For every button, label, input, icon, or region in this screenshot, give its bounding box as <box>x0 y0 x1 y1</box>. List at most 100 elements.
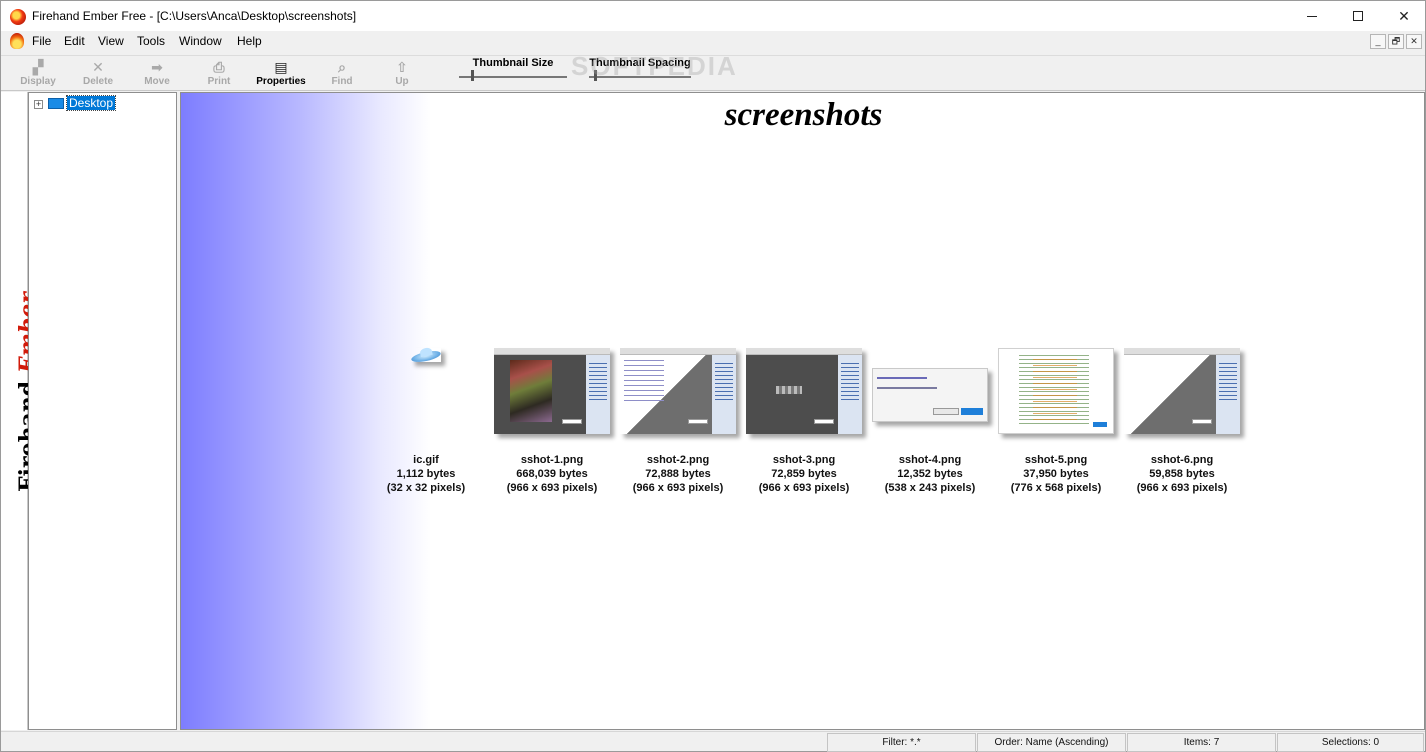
thumb-checker <box>776 386 802 394</box>
thumbnail-caption: sshot-6.png 59,858 bytes (966 x 693 pixe… <box>1116 453 1248 495</box>
file-name: sshot-1.png <box>520 454 584 466</box>
up-icon: ⇧ <box>396 59 408 75</box>
mdi-close-button[interactable]: ✕ <box>1406 34 1422 49</box>
file-name: sshot-5.png <box>1024 454 1088 466</box>
file-dimensions: (966 x 693 pixels) <box>506 482 598 494</box>
menu-edit[interactable]: Edit <box>64 34 85 48</box>
file-dimensions: (966 x 693 pixels) <box>758 482 850 494</box>
thumbnail-caption: sshot-1.png 668,039 bytes (966 x 693 pix… <box>486 453 618 495</box>
properties-button[interactable]: ▤ Properties <box>253 59 309 87</box>
menu-window[interactable]: Window <box>179 34 222 48</box>
thumb-list <box>624 360 664 404</box>
app-window: Firehand Ember Free - [C:\Users\Anca\Des… <box>0 0 1426 752</box>
status-items: Items: 7 <box>1127 733 1276 752</box>
title-bar[interactable]: Firehand Ember Free - [C:\Users\Anca\Des… <box>1 1 1425 31</box>
minimize-icon <box>1307 15 1317 17</box>
thumbnail-viewer[interactable]: screenshots ic.gif 1,112 bytes (32 x 32 … <box>180 92 1425 730</box>
thumbnail-item[interactable]: sshot-4.png 12,352 bytes (538 x 243 pixe… <box>870 348 990 494</box>
thumb-button <box>933 408 959 415</box>
thumb-toolbar <box>746 348 862 355</box>
file-name: ic.gif <box>413 454 439 466</box>
thumb-button <box>688 419 708 424</box>
thumb-button <box>814 419 834 424</box>
file-name: sshot-2.png <box>646 454 710 466</box>
thumbnail-item[interactable]: sshot-6.png 59,858 bytes (966 x 693 pixe… <box>1122 348 1242 494</box>
display-icon: ▞ <box>32 59 44 75</box>
file-dimensions: (966 x 693 pixels) <box>632 482 724 494</box>
thumbnail-item[interactable]: sshot-2.png 72,888 bytes (966 x 693 pixe… <box>618 348 738 494</box>
thumbnail-item[interactable]: ic.gif 1,112 bytes (32 x 32 pixels) <box>366 346 486 494</box>
thumb-sidebar <box>1216 355 1240 434</box>
file-dimensions: (538 x 243 pixels) <box>884 482 976 494</box>
folder-tree[interactable]: + Desktop <box>28 92 177 730</box>
mdi-restore-button[interactable]: 🗗 <box>1388 34 1404 49</box>
thumbnail-size-slider[interactable]: Thumbnail Size <box>459 57 567 81</box>
menu-file[interactable]: File <box>32 34 51 48</box>
mdi-minimize-button[interactable]: _ <box>1370 34 1386 49</box>
file-size: 72,888 bytes <box>645 468 711 480</box>
menu-help[interactable]: Help <box>237 34 262 48</box>
thumbnail-size-label: Thumbnail Size <box>472 57 554 69</box>
delete-label: Delete <box>82 76 113 87</box>
thumb-tree-lines <box>1033 359 1077 423</box>
maximize-button[interactable] <box>1335 1 1381 31</box>
display-button[interactable]: ▞ Display <box>13 59 63 87</box>
thumb-button <box>1192 419 1212 424</box>
file-size: 37,950 bytes <box>1023 468 1089 480</box>
thumb-button <box>562 419 582 424</box>
move-button[interactable]: ➡ Move <box>132 59 182 87</box>
display-label: Display <box>20 76 56 87</box>
thumbnail-caption: sshot-4.png 12,352 bytes (538 x 243 pixe… <box>864 453 996 495</box>
desktop-folder-icon <box>48 98 64 109</box>
thumb-text-line <box>877 377 927 379</box>
thumbnail-item[interactable]: sshot-3.png 72,859 bytes (966 x 693 pixe… <box>744 348 864 494</box>
move-label: Move <box>144 76 170 87</box>
tree-expander-icon[interactable]: + <box>34 100 43 109</box>
thumbnail-image <box>620 348 736 434</box>
thumb-button <box>1093 422 1107 427</box>
file-name: sshot-3.png <box>772 454 836 466</box>
menu-view[interactable]: View <box>98 34 124 48</box>
thumbnail-image <box>746 348 862 434</box>
menu-bar: File Edit View Tools Window Help _ 🗗 ✕ <box>1 31 1425 53</box>
status-bar: Filter: *.* Order: Name (Ascending) Item… <box>1 731 1425 752</box>
firehand-app-icon[interactable] <box>10 9 26 25</box>
file-size: 668,039 bytes <box>516 468 588 480</box>
up-label: Up <box>395 76 409 87</box>
thumbnail-size-knob[interactable] <box>471 70 474 81</box>
watermark: SOFTPEDIA <box>571 51 738 81</box>
thumb-photo <box>510 360 552 422</box>
thumbnail-caption: sshot-5.png 37,950 bytes (776 x 568 pixe… <box>990 453 1122 495</box>
file-size: 72,859 bytes <box>771 468 837 480</box>
file-name: sshot-4.png <box>898 454 962 466</box>
flame-icon[interactable] <box>10 33 24 49</box>
find-button[interactable]: ⌕ Find <box>317 59 367 87</box>
thumbnail-caption: ic.gif 1,112 bytes (32 x 32 pixels) <box>360 453 492 495</box>
find-icon: ⌕ <box>338 59 346 75</box>
status-order: Order: Name (Ascending) <box>977 733 1126 752</box>
thumbnail-size-track[interactable] <box>459 70 567 81</box>
file-dimensions: (32 x 32 pixels) <box>386 482 466 494</box>
file-dimensions: (776 x 568 pixels) <box>1010 482 1102 494</box>
up-button[interactable]: ⇧ Up <box>377 59 427 87</box>
properties-label: Properties <box>256 76 306 87</box>
properties-icon: ▤ <box>274 59 288 75</box>
thumbnail-item[interactable]: sshot-1.png 668,039 bytes (966 x 693 pix… <box>492 348 612 494</box>
thumb-sidebar <box>586 355 610 434</box>
minimize-button[interactable] <box>1289 1 1335 31</box>
thumbnail-caption: sshot-3.png 72,859 bytes (966 x 693 pixe… <box>738 453 870 495</box>
print-icon: ⎙ <box>213 59 225 75</box>
close-button[interactable]: ✕ <box>1381 1 1426 31</box>
find-label: Find <box>331 76 353 87</box>
delete-icon: ✕ <box>92 59 104 75</box>
thumbnail-caption: sshot-2.png 72,888 bytes (966 x 693 pixe… <box>612 453 744 495</box>
tree-item-desktop[interactable]: Desktop <box>65 95 117 111</box>
file-name: sshot-6.png <box>1150 454 1214 466</box>
delete-button[interactable]: ✕ Delete <box>73 59 123 87</box>
menu-tools[interactable]: Tools <box>137 34 165 48</box>
thumbnail-item[interactable]: sshot-5.png 37,950 bytes (776 x 568 pixe… <box>996 348 1116 494</box>
thumb-toolbar <box>494 348 610 355</box>
print-label: Print <box>207 76 231 87</box>
status-filter: Filter: *.* <box>827 733 976 752</box>
print-button[interactable]: ⎙ Print <box>194 59 244 87</box>
